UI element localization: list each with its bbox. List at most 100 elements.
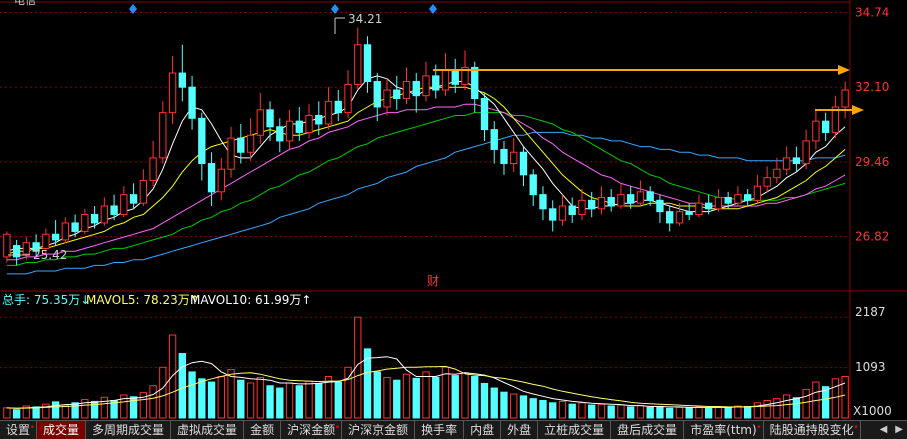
candle-body[interactable] [305, 114, 313, 133]
volume-bar[interactable] [841, 376, 849, 419]
candle-body[interactable] [227, 137, 235, 170]
tab-6[interactable]: 沪深京金额 [342, 421, 416, 439]
volume-bar[interactable] [821, 386, 830, 419]
volume-bar[interactable] [402, 373, 411, 419]
volume-bar[interactable] [32, 406, 40, 419]
candle-body[interactable] [558, 205, 567, 221]
volume-bar[interactable] [656, 405, 664, 419]
candle-body[interactable] [334, 100, 342, 114]
volume-bar[interactable] [588, 404, 596, 419]
volume-bar[interactable] [529, 398, 537, 419]
volume-bar[interactable] [578, 402, 586, 419]
candle-body[interactable] [588, 199, 596, 210]
candle-body[interactable] [782, 157, 791, 170]
candle-body[interactable] [42, 233, 50, 249]
volume-bar[interactable] [334, 381, 342, 419]
candle-body[interactable] [451, 69, 459, 85]
candle-body[interactable] [753, 185, 762, 201]
candle-body[interactable] [90, 213, 99, 224]
volume-bar[interactable] [617, 404, 625, 419]
volume-bar[interactable] [471, 376, 479, 419]
candle-body[interactable] [315, 114, 323, 125]
volume-bar[interactable] [597, 403, 606, 419]
volume-bar[interactable] [675, 406, 684, 419]
candle-body[interactable] [120, 194, 128, 215]
volume-bar[interactable] [432, 376, 440, 419]
candle-body[interactable] [266, 109, 274, 128]
candle-body[interactable] [597, 196, 606, 210]
candle-body[interactable] [636, 191, 645, 204]
tab-1[interactable]: 成交量 [37, 421, 87, 439]
candle-body[interactable] [188, 86, 196, 119]
candle-body[interactable] [178, 72, 186, 88]
candle-body[interactable] [295, 120, 303, 133]
volume-bar[interactable] [480, 382, 489, 419]
volume-bar[interactable] [627, 406, 635, 419]
volume-bar[interactable] [558, 400, 567, 419]
volume-bar[interactable] [568, 403, 576, 419]
candle-body[interactable] [763, 177, 771, 187]
volume-bar[interactable] [217, 376, 225, 419]
volume-bar[interactable] [549, 402, 557, 419]
candle-body[interactable] [217, 168, 225, 193]
candle-body[interactable] [207, 163, 216, 193]
candlesticks[interactable] [3, 27, 849, 266]
volume-bar[interactable] [510, 393, 518, 419]
volume-bar[interactable] [295, 385, 303, 419]
candle-body[interactable] [441, 69, 450, 91]
candle-body[interactable] [724, 196, 732, 204]
candle-body[interactable] [373, 81, 381, 108]
candle-body[interactable] [529, 174, 537, 196]
candle-body[interactable] [480, 98, 489, 131]
volume-bar[interactable] [734, 405, 742, 419]
candle-body[interactable] [568, 205, 576, 215]
volume-bar[interactable] [305, 380, 313, 419]
candle-body[interactable] [149, 157, 157, 182]
volume-bar[interactable] [246, 382, 255, 419]
volume-bar[interactable] [461, 372, 469, 419]
volume-bar[interactable] [773, 398, 781, 419]
candle-body[interactable] [81, 213, 89, 232]
candle-body[interactable] [237, 137, 245, 153]
candle-body[interactable] [344, 83, 352, 114]
candle-body[interactable] [100, 205, 109, 224]
candle-body[interactable] [607, 196, 615, 207]
candle-body[interactable] [675, 211, 684, 224]
volume-bar[interactable] [704, 407, 713, 419]
scroll-right-icon[interactable]: ▶ [895, 421, 903, 439]
candle-body[interactable] [432, 75, 440, 91]
volume-bar[interactable] [198, 378, 206, 419]
volume-bar[interactable] [237, 379, 245, 419]
candle-body[interactable] [402, 81, 411, 100]
volume-bar[interactable] [315, 383, 323, 419]
candle-body[interactable] [802, 140, 810, 165]
candle-body[interactable] [841, 89, 849, 108]
volume-bar[interactable] [168, 334, 177, 419]
tab-4[interactable]: 金额 [244, 421, 282, 439]
candle-body[interactable] [51, 233, 60, 241]
volume-bar[interactable] [792, 397, 801, 419]
candle-body[interactable] [685, 211, 693, 215]
event-marker[interactable]: 财 [427, 274, 439, 288]
candle-body[interactable] [129, 194, 138, 204]
candle-body[interactable] [500, 148, 508, 165]
candle-body[interactable] [714, 196, 723, 210]
volume-bar[interactable] [12, 409, 21, 419]
candle-body[interactable] [422, 75, 430, 97]
scroll-left-icon[interactable]: ◀ [880, 421, 888, 439]
volume-bar[interactable] [3, 407, 11, 419]
candle-body[interactable] [393, 89, 401, 100]
volume-bar[interactable] [490, 387, 498, 419]
volume-bar[interactable] [451, 375, 459, 419]
volume-bar[interactable] [685, 407, 693, 419]
tab-10[interactable]: 立桩成交量 [538, 421, 612, 439]
candle-body[interactable] [656, 199, 664, 213]
candle-body[interactable] [363, 44, 372, 83]
candle-body[interactable] [549, 208, 557, 221]
volume-bar[interactable] [373, 371, 381, 419]
candle-body[interactable] [617, 194, 625, 207]
tab-11[interactable]: 盘后成交量 [611, 421, 685, 439]
volume-bar[interactable] [831, 378, 840, 419]
candle-body[interactable] [490, 129, 498, 150]
candle-body[interactable] [627, 194, 635, 204]
